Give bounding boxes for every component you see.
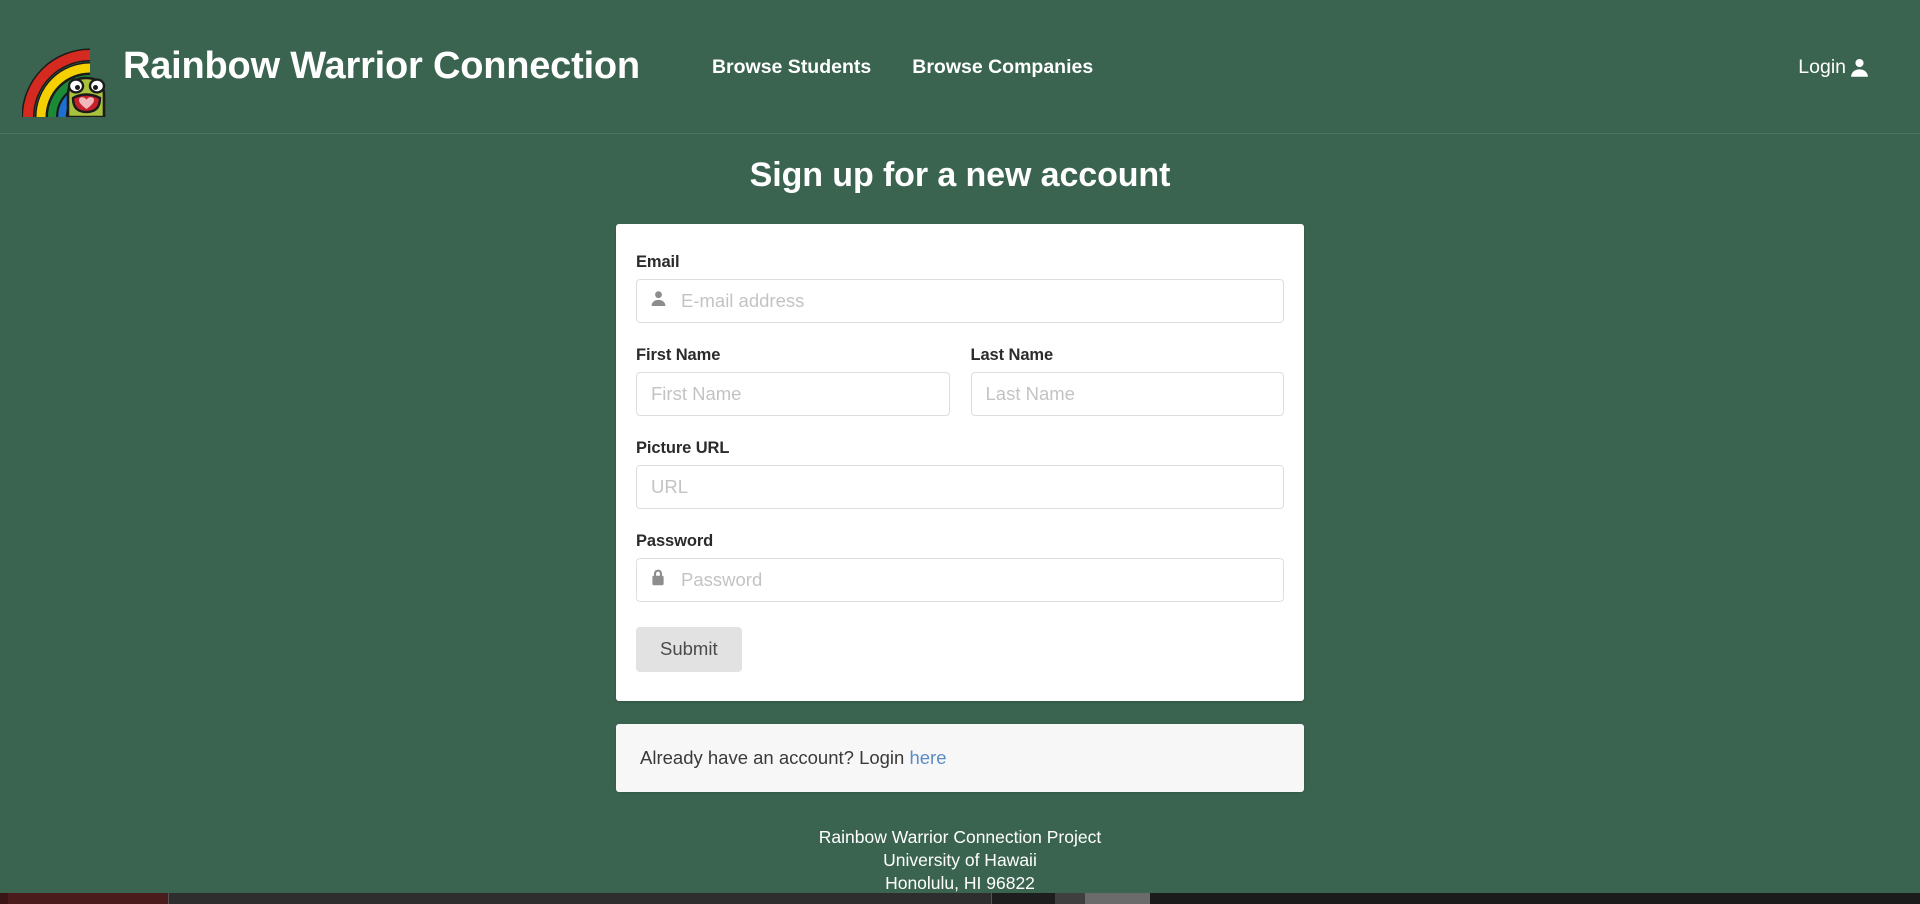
email-field-group: Email — [636, 253, 1284, 323]
navbar-login-label: Login — [1798, 56, 1846, 78]
picture-url-input[interactable] — [636, 465, 1284, 509]
password-input[interactable] — [636, 558, 1284, 602]
submit-button[interactable]: Submit — [636, 627, 742, 673]
footer-line-university: University of Hawaii — [883, 850, 1037, 870]
nav-link-browse-companies[interactable]: Browse Companies — [912, 56, 1093, 79]
taskbar-segment — [992, 893, 1055, 904]
picture-url-field-group: Picture URL — [636, 439, 1284, 509]
footer-line-city: Honolulu, HI 96822 — [885, 872, 1035, 893]
navbar-login-link[interactable]: Login — [1798, 56, 1870, 79]
navbar-links: Browse Students Browse Companies — [712, 56, 1093, 79]
page-title: Sign up for a new account — [749, 156, 1171, 194]
password-field-group: Password — [636, 532, 1284, 602]
first-name-input[interactable] — [636, 372, 950, 416]
top-navbar: Rainbow Warrior Connection Browse Studen… — [0, 0, 1920, 134]
login-here-link[interactable]: here — [909, 747, 946, 768]
brand-home-link[interactable]: Rainbow Warrior Connection — [22, 17, 640, 117]
password-input-wrapper — [636, 558, 1284, 602]
taskbar-segment — [0, 893, 8, 904]
footer-line-project: Rainbow Warrior Connection Project — [818, 827, 1102, 848]
submit-row: Submit — [636, 625, 1284, 673]
taskbar-segment — [1085, 893, 1150, 904]
email-input-wrapper — [636, 279, 1284, 323]
email-label: Email — [636, 253, 680, 271]
last-name-input-wrapper — [970, 372, 1284, 416]
first-name-label: First Name — [636, 346, 721, 364]
signup-form-card: Email First Name — [616, 224, 1304, 702]
picture-url-label: Picture URL — [636, 439, 730, 457]
user-icon — [1849, 57, 1870, 78]
taskbar-segment — [168, 893, 992, 904]
navbar-right-section: Login — [1798, 56, 1870, 79]
name-fields-row: First Name Last Name — [636, 346, 1284, 416]
center-column: Email First Name — [616, 224, 1304, 904]
nav-link-browse-students[interactable]: Browse Students — [712, 56, 871, 79]
page-body: Sign up for a new account Email E-mail a… — [0, 134, 1920, 904]
login-hint-text: Already have an account? Login — [640, 747, 905, 769]
login-hint-panel: Already have an account? Login here — [616, 724, 1304, 793]
brand-title: Rainbow Warrior Connection — [123, 45, 640, 87]
os-taskbar-strip — [0, 893, 1920, 904]
taskbar-segment — [8, 893, 168, 904]
first-name-input-wrapper — [636, 372, 950, 416]
password-label: Password — [636, 532, 714, 550]
rainbow-gecko-logo-icon — [22, 17, 122, 117]
last-name-field-group: Last Name — [970, 346, 1284, 416]
taskbar-segment — [1150, 893, 1920, 904]
taskbar-segment — [1055, 893, 1085, 904]
last-name-input[interactable] — [970, 372, 1284, 416]
first-name-field-group: First Name — [636, 346, 950, 416]
email-input[interactable] — [636, 279, 1284, 323]
last-name-label: Last Name — [970, 346, 1054, 364]
picture-url-input-wrapper — [636, 465, 1284, 509]
